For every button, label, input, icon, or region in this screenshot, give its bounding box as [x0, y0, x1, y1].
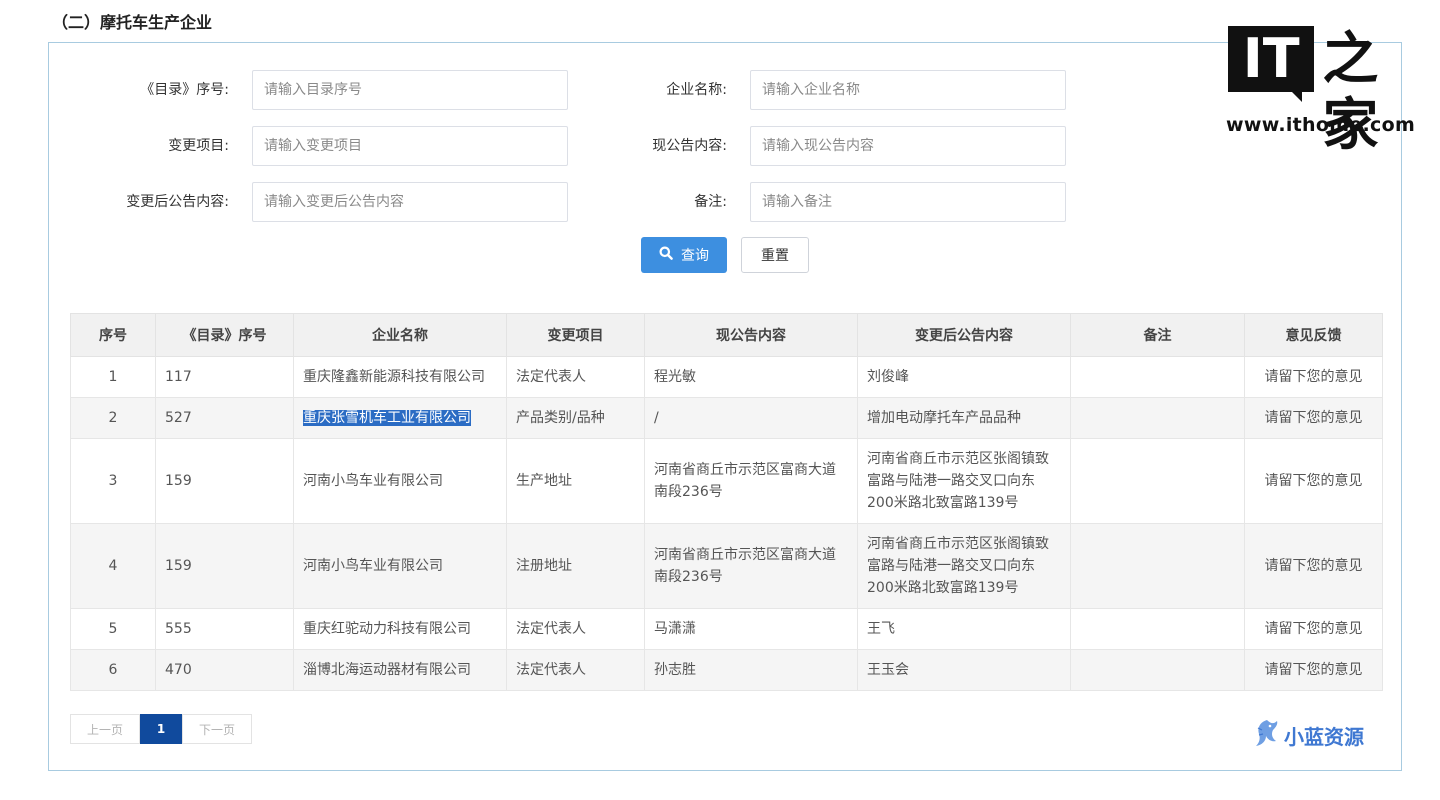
- feedback-link[interactable]: 请留下您的意见: [1244, 356, 1383, 398]
- header-current-notice: 现公告内容: [644, 313, 858, 357]
- cell-remark: [1070, 649, 1245, 691]
- results-table: 序号 《目录》序号 企业名称 变更项目 现公告内容 变更后公告内容 备注 意见反…: [70, 313, 1383, 691]
- header-catalog: 《目录》序号: [155, 313, 294, 357]
- watermark: 小蓝资源: [1254, 718, 1364, 752]
- table-row: 1 117 重庆隆鑫新能源科技有限公司 法定代表人 程光敏 刘俊峰 请留下您的意…: [70, 356, 1383, 398]
- cell-change-item: 法定代表人: [506, 649, 645, 691]
- header-new-notice: 变更后公告内容: [857, 313, 1071, 357]
- header-feedback: 意见反馈: [1244, 313, 1383, 357]
- cell-remark: [1070, 438, 1245, 524]
- cell-remark: [1070, 523, 1245, 609]
- feedback-link[interactable]: 请留下您的意见: [1244, 649, 1383, 691]
- company-input[interactable]: [750, 70, 1066, 110]
- cell-remark: [1070, 356, 1245, 398]
- pagination: 上一页 1 下一页: [70, 714, 252, 744]
- new-notice-input[interactable]: [252, 182, 568, 222]
- label-change-item: 变更项目:: [168, 138, 229, 154]
- label-new-notice: 变更后公告内容:: [126, 194, 229, 210]
- prev-page-button[interactable]: 上一页: [70, 714, 140, 744]
- cell-company: 重庆隆鑫新能源科技有限公司: [293, 356, 507, 398]
- cell-current-notice: 马潇潇: [644, 608, 858, 650]
- table-row: 5 555 重庆红驼动力科技有限公司 法定代表人 马潇潇 王飞 请留下您的意见: [70, 608, 1383, 650]
- cell-current-notice: 孙志胜: [644, 649, 858, 691]
- cell-change-item: 法定代表人: [506, 356, 645, 398]
- reset-button[interactable]: 重置: [741, 237, 809, 273]
- ithome-url: www.ithome.com: [1226, 114, 1416, 136]
- cell-current-notice: 河南省商丘市示范区富商大道南段236号: [644, 523, 858, 609]
- label-catalog-no: 《目录》序号:: [140, 82, 229, 98]
- table-row: 2 527 重庆张雪机车工业有限公司 产品类别/品种 / 增加电动摩托车产品品种…: [70, 397, 1383, 439]
- catalog-no-input[interactable]: [252, 70, 568, 110]
- table-header-row: 序号 《目录》序号 企业名称 变更项目 现公告内容 变更后公告内容 备注 意见反…: [70, 313, 1383, 357]
- watermark-text: 小蓝资源: [1284, 724, 1364, 749]
- cell-catalog: 159: [155, 523, 294, 609]
- cell-company: 淄博北海运动器材有限公司: [293, 649, 507, 691]
- query-panel: 《目录》序号: 企业名称: 变更项目: 现公告内容: 变更后公告内容: 备注: …: [48, 42, 1402, 771]
- cell-remark: [1070, 608, 1245, 650]
- ithome-logo-zh: 之家: [1322, 26, 1378, 158]
- query-button-label: 查询: [681, 248, 709, 264]
- cell-no: 1: [70, 356, 156, 398]
- feedback-link[interactable]: 请留下您的意见: [1244, 523, 1383, 609]
- current-notice-input[interactable]: [750, 126, 1066, 166]
- logo-tail-shape: [1292, 92, 1302, 102]
- table-row: 6 470 淄博北海运动器材有限公司 法定代表人 孙志胜 王玉会 请留下您的意见: [70, 649, 1383, 691]
- feedback-link[interactable]: 请留下您的意见: [1244, 608, 1383, 650]
- cell-change-item: 注册地址: [506, 523, 645, 609]
- cell-no: 6: [70, 649, 156, 691]
- feedback-link[interactable]: 请留下您的意见: [1244, 397, 1383, 439]
- selected-text[interactable]: 重庆张雪机车工业有限公司: [303, 410, 471, 426]
- cell-change-item: 法定代表人: [506, 608, 645, 650]
- cell-company: 河南小鸟车业有限公司: [293, 523, 507, 609]
- header-change-item: 变更项目: [506, 313, 645, 357]
- cell-new-notice: 王玉会: [857, 649, 1071, 691]
- ithome-logo-mark: IT 之家: [1228, 26, 1420, 158]
- cell-catalog: 159: [155, 438, 294, 524]
- cell-change-item: 产品类别/品种: [506, 397, 645, 439]
- cell-no: 4: [70, 523, 156, 609]
- table-row: 3 159 河南小鸟车业有限公司 生产地址 河南省商丘市示范区富商大道南段236…: [70, 438, 1383, 524]
- header-no: 序号: [70, 313, 156, 357]
- dragon-icon: [1254, 718, 1280, 752]
- cell-current-notice: 程光敏: [644, 356, 858, 398]
- remark-input[interactable]: [750, 182, 1066, 222]
- next-page-button[interactable]: 下一页: [182, 714, 252, 744]
- cell-new-notice: 王飞: [857, 608, 1071, 650]
- label-company: 企业名称:: [666, 82, 727, 98]
- cell-no: 2: [70, 397, 156, 439]
- cell-change-item: 生产地址: [506, 438, 645, 524]
- cell-company: 重庆张雪机车工业有限公司: [293, 397, 507, 439]
- cell-current-notice: 河南省商丘市示范区富商大道南段236号: [644, 438, 858, 524]
- cell-new-notice: 刘俊峰: [857, 356, 1071, 398]
- change-item-input[interactable]: [252, 126, 568, 166]
- ithome-logo: IT 之家 www.ithome.com: [1226, 26, 1420, 158]
- section-title: （二）摩托车生产企业: [52, 13, 213, 32]
- ithome-logo-it: IT: [1228, 26, 1315, 92]
- label-current-notice: 现公告内容:: [652, 138, 727, 154]
- cell-catalog: 555: [155, 608, 294, 650]
- query-button[interactable]: 查询: [641, 237, 727, 273]
- cell-new-notice: 河南省商丘市示范区张阁镇致富路与陆港一路交叉口向东200米路北致富路139号: [857, 438, 1071, 524]
- cell-remark: [1070, 397, 1245, 439]
- cell-new-notice: 河南省商丘市示范区张阁镇致富路与陆港一路交叉口向东200米路北致富路139号: [857, 523, 1071, 609]
- cell-new-notice: 增加电动摩托车产品品种: [857, 397, 1071, 439]
- header-remark: 备注: [1070, 313, 1245, 357]
- cell-company: 河南小鸟车业有限公司: [293, 438, 507, 524]
- header-company: 企业名称: [293, 313, 507, 357]
- search-icon: [659, 246, 673, 264]
- table-row: 4 159 河南小鸟车业有限公司 注册地址 河南省商丘市示范区富商大道南段236…: [70, 523, 1383, 609]
- cell-catalog: 470: [155, 649, 294, 691]
- feedback-link[interactable]: 请留下您的意见: [1244, 438, 1383, 524]
- cell-no: 3: [70, 438, 156, 524]
- cell-company: 重庆红驼动力科技有限公司: [293, 608, 507, 650]
- page-1-button[interactable]: 1: [140, 714, 182, 744]
- label-remark: 备注:: [694, 194, 727, 210]
- cell-catalog: 527: [155, 397, 294, 439]
- cell-catalog: 117: [155, 356, 294, 398]
- cell-no: 5: [70, 608, 156, 650]
- cell-current-notice: /: [644, 397, 858, 439]
